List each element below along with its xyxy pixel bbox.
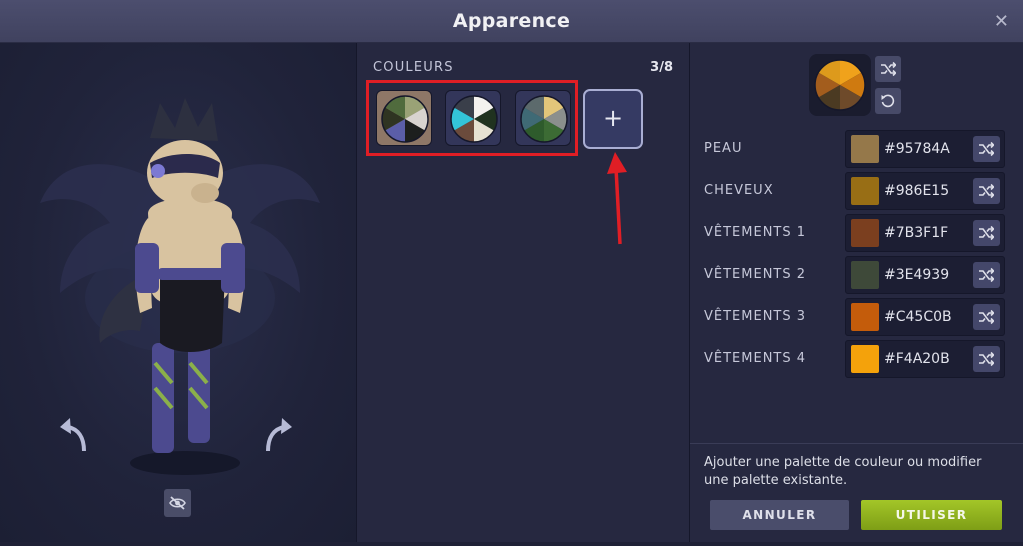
randomize-color-button[interactable] (973, 136, 1000, 162)
toggle-visibility-button[interactable] (164, 489, 191, 517)
color-hex-value[interactable]: #F4A20B (884, 351, 950, 367)
palette-wheel-icon (520, 95, 568, 143)
divider (690, 443, 1023, 444)
color-chip[interactable] (851, 177, 879, 205)
color-chip[interactable] (851, 303, 879, 331)
color-hex-value[interactable]: #3E4939 (884, 267, 949, 283)
color-row-label: VÊTEMENTS 1 (704, 225, 807, 240)
color-chip[interactable] (851, 345, 879, 373)
title-bar: Apparence ✕ (0, 0, 1023, 43)
color-hex-value[interactable]: #7B3F1F (884, 225, 948, 241)
shuffle-icon (979, 183, 994, 199)
colors-panel: PEAU #95784A CHEVEUX #986E15 VÊTEMENTS 1 #7B3… (690, 43, 1023, 542)
color-field[interactable]: #7B3F1F (845, 214, 1005, 252)
palette-wheel-icon (814, 59, 866, 111)
shuffle-icon (979, 141, 994, 157)
palette-swatch-3[interactable] (515, 90, 571, 146)
help-text: Ajouter une palette de couleur ou modifi… (704, 455, 982, 488)
randomize-color-button[interactable] (973, 304, 1000, 330)
palette-wheel-icon (450, 95, 498, 143)
add-palette-button[interactable]: + (583, 89, 643, 149)
shuffle-icon (979, 267, 994, 283)
rotate-right-button[interactable] (262, 415, 296, 459)
color-chip[interactable] (851, 135, 879, 163)
color-field[interactable]: #C45C0B (845, 298, 1005, 336)
rotate-right-icon (266, 418, 292, 452)
color-row-label: VÊTEMENTS 2 (704, 267, 807, 282)
palettes-count: 3/8 (650, 60, 673, 75)
randomize-color-button[interactable] (973, 220, 1000, 246)
eye-slash-icon (169, 496, 186, 510)
color-field[interactable]: #95784A (845, 130, 1005, 168)
color-row-label: CHEVEUX (704, 183, 774, 198)
randomize-color-button[interactable] (973, 262, 1000, 288)
close-icon[interactable]: ✕ (994, 11, 1009, 32)
randomize-color-button[interactable] (973, 346, 1000, 372)
reset-icon (881, 94, 895, 108)
use-button[interactable]: UTILISER (861, 500, 1002, 530)
color-field[interactable]: #F4A20B (845, 340, 1005, 378)
color-hex-value[interactable]: #95784A (884, 141, 950, 157)
red-arrow-annotation (607, 152, 627, 245)
color-hex-value[interactable]: #986E15 (884, 183, 949, 199)
palette-wheel-icon (381, 95, 429, 143)
reset-palette-button[interactable] (875, 88, 901, 114)
window-title: Apparence (452, 10, 571, 32)
palettes-panel: COULEURS 3/8 + (357, 43, 690, 542)
shuffle-icon (979, 351, 994, 367)
shuffle-icon (979, 309, 994, 325)
shuffle-icon (881, 61, 896, 77)
palettes-label: COULEURS (373, 60, 454, 75)
rotate-left-icon (60, 418, 86, 452)
color-chip[interactable] (851, 219, 879, 247)
randomize-palette-button[interactable] (875, 56, 901, 82)
color-field[interactable]: #3E4939 (845, 256, 1005, 294)
palette-swatch-2[interactable] (445, 90, 501, 146)
randomize-color-button[interactable] (973, 178, 1000, 204)
palette-swatch-1[interactable] (376, 90, 432, 146)
color-chip[interactable] (851, 261, 879, 289)
character-illustration (40, 98, 320, 475)
color-hex-value[interactable]: #C45C0B (884, 309, 952, 325)
color-row-label: VÊTEMENTS 4 (704, 351, 807, 366)
shuffle-icon (979, 225, 994, 241)
current-palette-preview (809, 54, 871, 116)
color-row-label: PEAU (704, 141, 743, 156)
cancel-button[interactable]: ANNULER (710, 500, 849, 530)
color-row-label: VÊTEMENTS 3 (704, 309, 807, 324)
character-preview-panel (0, 43, 357, 542)
rotate-left-button[interactable] (56, 415, 90, 459)
color-field[interactable]: #986E15 (845, 172, 1005, 210)
